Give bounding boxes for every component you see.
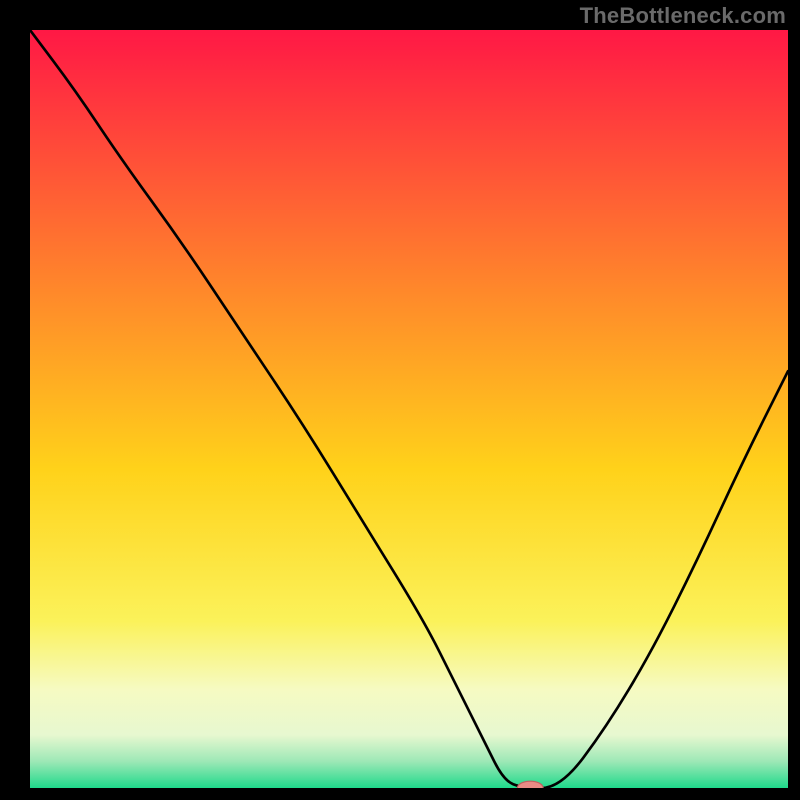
bottleneck-chart <box>30 30 788 788</box>
gradient-background <box>30 30 788 788</box>
plot-area <box>30 30 788 788</box>
watermark-text: TheBottleneck.com <box>580 3 786 29</box>
chart-stage: TheBottleneck.com <box>0 0 800 800</box>
